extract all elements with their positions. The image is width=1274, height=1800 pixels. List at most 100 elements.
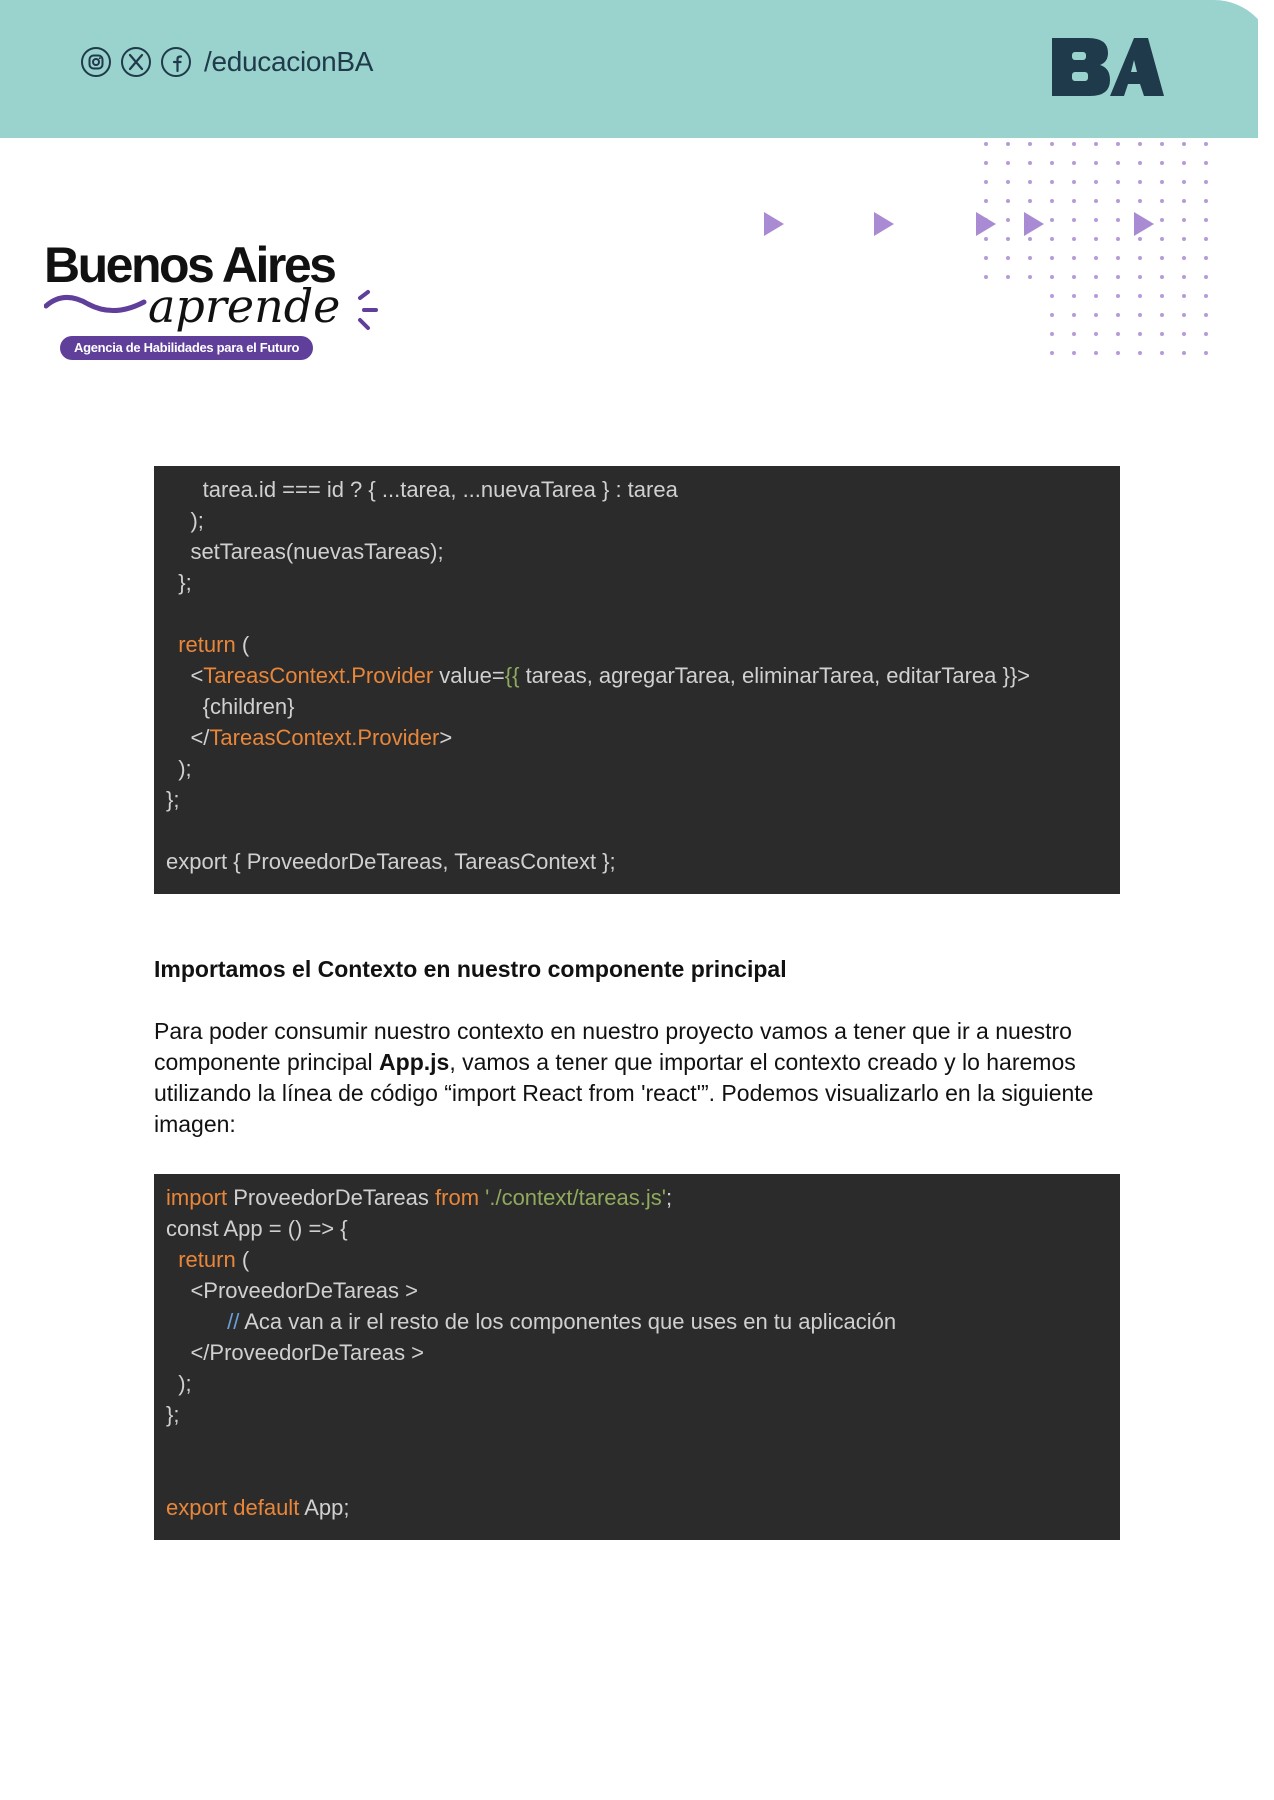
decorative-dots xyxy=(984,142,1208,355)
decorative-dot xyxy=(1072,161,1076,165)
decorative-dot xyxy=(1050,332,1054,336)
code-line: import ProveedorDeTareas from './context… xyxy=(166,1182,1108,1213)
decorative-dot xyxy=(1006,142,1010,146)
decorative-dot xyxy=(984,256,988,260)
decorative-dot xyxy=(1006,199,1010,203)
code-line: }; xyxy=(166,784,1108,815)
decorative-dot xyxy=(1116,332,1120,336)
decorative-dot xyxy=(1160,351,1164,355)
code-token: export default xyxy=(166,1495,300,1520)
decorative-dot xyxy=(1204,218,1208,222)
decorative-dot xyxy=(1182,218,1186,222)
social-handle[interactable]: /educacionBA xyxy=(204,46,373,78)
decorative-dot xyxy=(1006,161,1010,165)
social-links: /educacionBA xyxy=(80,46,373,78)
code-token: setTareas(nuevasTareas); xyxy=(166,539,444,564)
decorative-dot xyxy=(1138,199,1142,203)
decorative-dot xyxy=(1182,313,1186,317)
brand-script-logo: aprende xyxy=(44,279,378,333)
decorative-dot xyxy=(1138,142,1142,146)
code-token: value= xyxy=(433,663,505,688)
decorative-dot xyxy=(1182,161,1186,165)
code-line: ); xyxy=(166,753,1108,784)
code-token: <ProveedorDeTareas > xyxy=(166,1278,418,1303)
facebook-icon[interactable] xyxy=(160,46,192,78)
code-token: </ProveedorDeTareas > xyxy=(166,1340,425,1365)
decorative-dot xyxy=(1160,332,1164,336)
code-token: ProveedorDeTareas xyxy=(227,1185,436,1210)
decorative-dot xyxy=(1094,275,1098,279)
code-line: ); xyxy=(166,1368,1108,1399)
decorative-dot xyxy=(1204,199,1208,203)
decorative-dot xyxy=(1094,199,1098,203)
code-token: > xyxy=(439,725,453,750)
decorative-dot xyxy=(1204,237,1208,241)
decorative-dot xyxy=(1028,275,1032,279)
decorative-dot xyxy=(1050,313,1054,317)
decorative-dot xyxy=(1094,332,1098,336)
decorative-dot xyxy=(1050,180,1054,184)
code-token: // xyxy=(227,1309,240,1334)
arrow-icon xyxy=(764,212,784,236)
code-token: TareasContext.Provider xyxy=(203,663,434,688)
code-line: export default App; xyxy=(166,1492,1108,1523)
decorative-dot xyxy=(1050,275,1054,279)
code-line: tarea.id === id ? { ...tarea, ...nuevaTa… xyxy=(166,474,1108,505)
code-token: }; xyxy=(166,787,180,812)
code-token: </ xyxy=(166,725,210,750)
decorative-dot xyxy=(1094,161,1098,165)
decorative-dot xyxy=(1072,313,1076,317)
code-block-tareas-context: tarea.id === id ? { ...tarea, ...nuevaTa… xyxy=(154,466,1120,894)
decorative-dot xyxy=(1160,237,1164,241)
decorative-dot xyxy=(1116,180,1120,184)
instagram-icon[interactable] xyxy=(80,46,112,78)
decorative-dot xyxy=(1072,275,1076,279)
code-line: <TareasContext.Provider value={{ tareas,… xyxy=(166,660,1108,691)
decorative-dot xyxy=(1160,294,1164,298)
code-token: App; xyxy=(299,1495,350,1520)
decorative-dot xyxy=(1072,351,1076,355)
decorative-dot xyxy=(1160,180,1164,184)
code-token: return xyxy=(178,1247,236,1272)
decorative-dot xyxy=(1094,180,1098,184)
decorative-dot xyxy=(1204,313,1208,317)
code-token: tarea.id === id ? { ...tarea, ...nuevaTa… xyxy=(166,477,678,502)
decorative-dot xyxy=(1182,199,1186,203)
code-line: return ( xyxy=(166,1244,1108,1275)
code-token: from xyxy=(435,1185,480,1210)
decorative-dot xyxy=(1094,313,1098,317)
code-line: }; xyxy=(166,1399,1108,1430)
paragraph-bold: App.js xyxy=(379,1049,450,1075)
decorative-dot xyxy=(1050,294,1054,298)
code-token: './context/tareas.js' xyxy=(485,1185,666,1210)
x-icon[interactable] xyxy=(120,46,152,78)
brand-badge: Agencia de Habilidades para el Futuro xyxy=(60,336,314,360)
code-token: Aca van a ir el resto de los componentes… xyxy=(239,1309,897,1334)
code-line: </ProveedorDeTareas > xyxy=(166,1337,1108,1368)
decorative-dot xyxy=(1204,256,1208,260)
decorative-dot xyxy=(1182,142,1186,146)
decorative-dot xyxy=(1116,256,1120,260)
decorative-dot xyxy=(1182,256,1186,260)
code-token: < xyxy=(166,663,204,688)
code-token: ( xyxy=(235,1247,250,1272)
decorative-dot xyxy=(1072,294,1076,298)
code-token: {{ xyxy=(504,663,520,688)
decorative-dot xyxy=(1160,199,1164,203)
decorative-dot xyxy=(1006,256,1010,260)
code-token: import xyxy=(166,1185,228,1210)
section-title: Importamos el Contexto en nuestro compon… xyxy=(154,956,787,982)
decorative-dot xyxy=(1094,351,1098,355)
decorative-dot xyxy=(1028,161,1032,165)
decorative-dot xyxy=(1006,180,1010,184)
brand-script-text: aprende xyxy=(148,279,340,333)
code-block-app: import ProveedorDeTareas from './context… xyxy=(154,1174,1120,1540)
decorative-dot xyxy=(1116,199,1120,203)
arrow-icon xyxy=(976,212,996,236)
decorative-dot xyxy=(1160,256,1164,260)
arrow-icon xyxy=(1024,212,1044,236)
decorative-dot xyxy=(1138,351,1142,355)
